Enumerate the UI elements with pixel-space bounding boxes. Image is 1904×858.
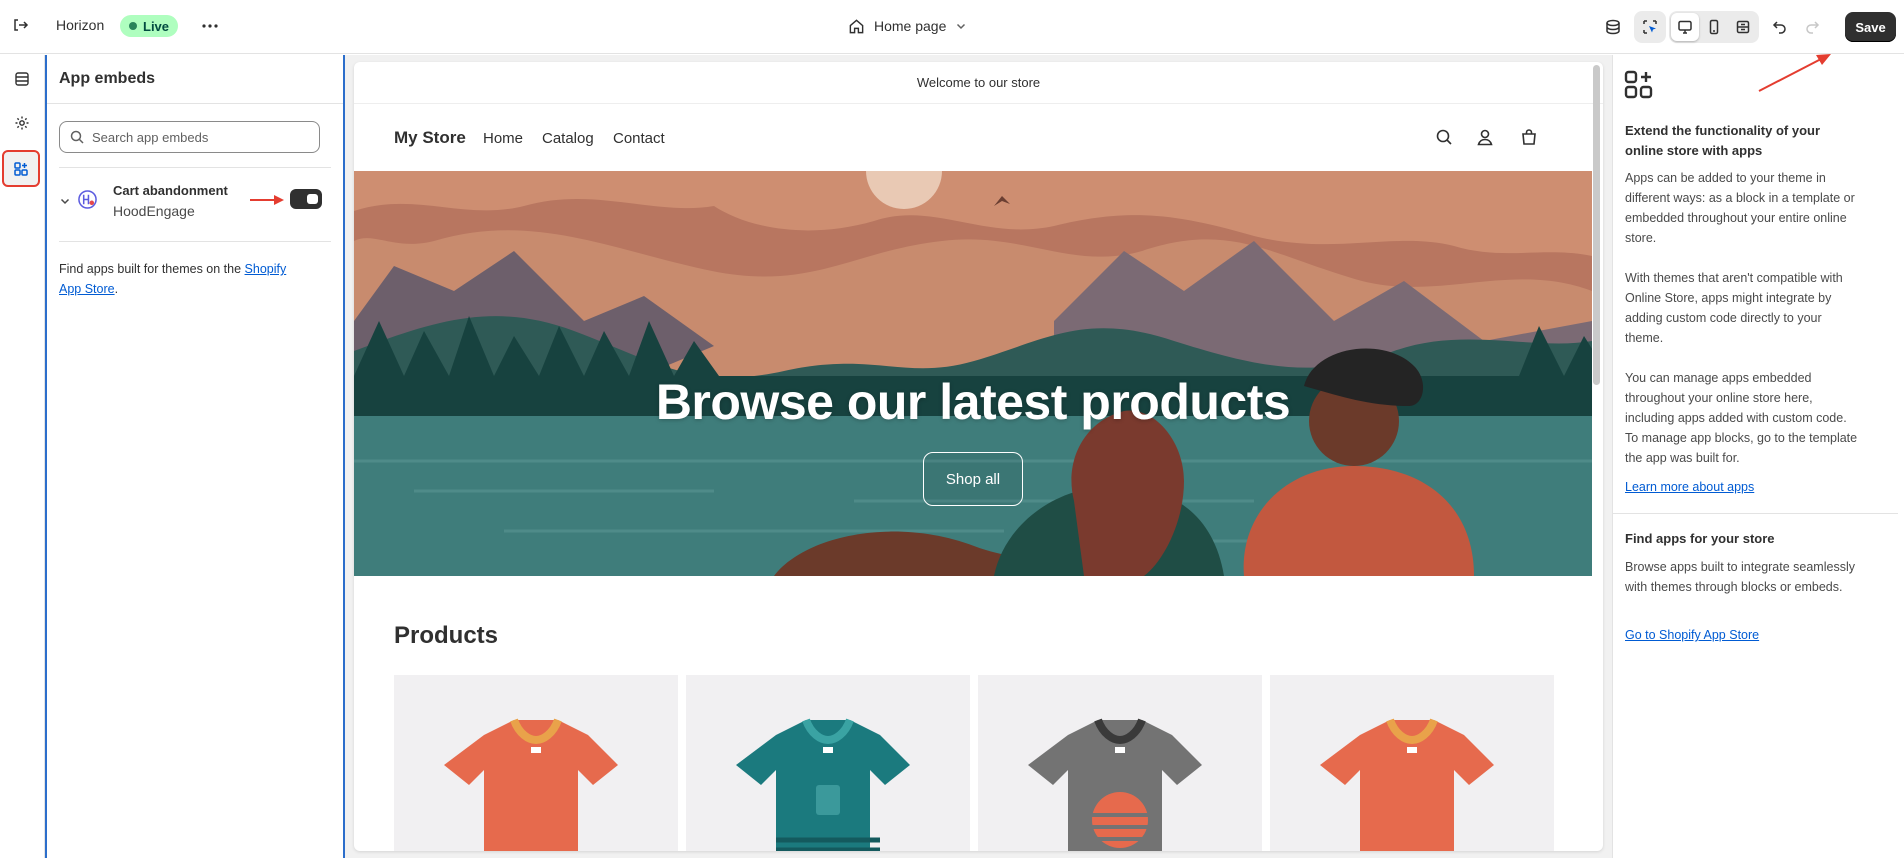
database-icon[interactable] [1597, 11, 1629, 43]
footer-end: . [114, 282, 119, 296]
products-heading: Products [394, 622, 499, 649]
live-badge-label: Live [143, 18, 170, 34]
product-card[interactable] [1270, 675, 1554, 851]
top-bar: Horizon Live Home page Save [0, 0, 1904, 54]
learn-more-wrap: Learn more about apps [1625, 477, 1860, 497]
divider [59, 167, 331, 168]
go-to-app-store-link[interactable]: Go to Shopify App Store [1625, 628, 1759, 642]
product-card[interactable] [978, 675, 1262, 851]
search-input[interactable] [92, 129, 302, 145]
app-embeds-panel: App embeds Cart abandonment HoodEngage F… [45, 55, 345, 858]
chevron-down-icon [957, 23, 966, 30]
product-card[interactable] [686, 675, 970, 851]
hero-title: Browse our latest products [655, 374, 1291, 430]
hoodengage-logo-icon [78, 190, 97, 209]
search-icon[interactable] [1435, 128, 1453, 146]
find-apps-text: Browse apps built to integrate seamlessl… [1625, 560, 1855, 594]
store-logo-text[interactable]: My Store [394, 128, 466, 148]
search-field[interactable] [59, 121, 320, 153]
nav-home[interactable]: Home [483, 130, 523, 147]
teal-tshirt-image [736, 718, 910, 851]
announcement-bar: Welcome to our store [354, 62, 1603, 104]
app-embed-item: Cart abandonment HoodEngage [55, 181, 323, 225]
app-store-link-wrap: Go to Shopify App Store [1625, 625, 1860, 645]
info-panel: Extend the functionality of your online … [1612, 54, 1904, 858]
embed-app-name: HoodEngage [113, 203, 195, 219]
footer-text: Find apps built for themes on the [59, 262, 245, 276]
info-paragraph: With themes that aren't compatible with … [1625, 271, 1843, 345]
mobile-icon[interactable] [1700, 13, 1728, 41]
product-card[interactable] [394, 675, 678, 851]
live-badge: Live [120, 15, 179, 37]
left-rail [0, 55, 45, 858]
app-blocks-icon [1623, 69, 1655, 106]
red-arrow-icon [250, 195, 284, 205]
find-apps-heading: Find apps for your store [1625, 531, 1775, 546]
nav-catalog[interactable]: Catalog [542, 130, 594, 147]
cart-icon[interactable] [1520, 128, 1538, 146]
preview-area: Welcome to our store My Store Home Catal… [345, 55, 1612, 858]
store-preview: Welcome to our store My Store Home Catal… [354, 62, 1603, 851]
info-paragraph: You can manage apps embedded throughout … [1625, 371, 1858, 465]
info-paragraph: Apps can be added to your theme in diffe… [1625, 171, 1855, 245]
preview-scrollbar[interactable] [1593, 65, 1600, 385]
fullscreen-icon[interactable] [1729, 13, 1757, 41]
nav-contact[interactable]: Contact [613, 130, 665, 147]
device-switcher [1669, 11, 1759, 43]
home-icon [849, 18, 864, 33]
undo-icon[interactable] [1764, 11, 1796, 43]
orange-tshirt-image [444, 718, 618, 851]
inspector-icon[interactable] [1634, 11, 1666, 43]
account-icon[interactable] [1476, 128, 1494, 146]
page-selector[interactable]: Home page [848, 12, 967, 40]
gray-tshirt-image [1028, 718, 1202, 851]
divider [59, 241, 331, 242]
sidebar-footer: Find apps built for themes on the Shopif… [59, 259, 309, 299]
redo-icon[interactable] [1796, 11, 1828, 43]
search-icon [70, 130, 84, 144]
red-arrow-icon [1758, 54, 1831, 92]
page-selector-label: Home page [874, 18, 947, 34]
sections-icon[interactable] [4, 61, 40, 97]
divider [47, 103, 343, 104]
divider [1613, 513, 1898, 514]
embed-title: Cart abandonment [113, 183, 228, 198]
panel-title: App embeds [59, 70, 156, 87]
embed-toggle[interactable] [290, 189, 322, 209]
shop-all-button[interactable]: Shop all [923, 452, 1023, 506]
orange-tshirt-image [1320, 718, 1494, 851]
info-heading: Extend the functionality of your online … [1625, 123, 1821, 158]
exit-icon[interactable] [4, 9, 36, 41]
app-embeds-icon[interactable] [2, 150, 40, 187]
store-name: Horizon [56, 17, 105, 33]
gear-icon[interactable] [4, 105, 40, 141]
more-actions-icon[interactable] [194, 10, 226, 42]
toggle-knob [307, 194, 318, 204]
desktop-icon[interactable] [1671, 13, 1699, 41]
chevron-down-icon[interactable] [59, 195, 71, 207]
store-header: My Store Home Catalog Contact [354, 104, 1603, 171]
learn-more-link[interactable]: Learn more about apps [1625, 480, 1754, 494]
save-button[interactable]: Save [1845, 12, 1896, 42]
hero-banner: Browse our latest products Shop all [354, 171, 1592, 576]
live-dot-icon [129, 22, 137, 30]
